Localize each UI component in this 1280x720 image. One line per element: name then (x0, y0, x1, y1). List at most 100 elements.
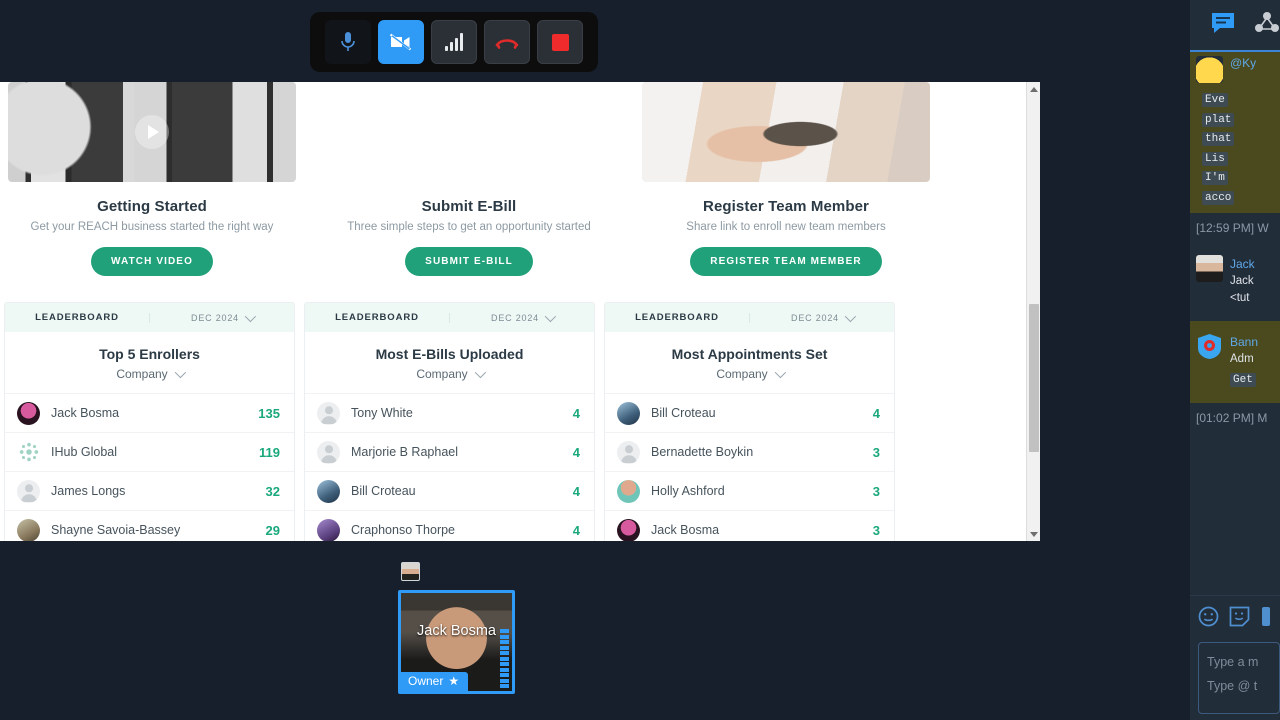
chat-message[interactable]: Bann Adm Get (1190, 321, 1280, 403)
period-selector[interactable]: DEC 2024 (449, 310, 594, 323)
chat-mention: @Ky (1230, 56, 1257, 70)
sticker-icon (1229, 606, 1250, 627)
table-row[interactable]: Jack Bosma 135 (5, 393, 294, 432)
leaderboard-most-appointments-set: LEADERBOARD DEC 2024 Most Appointments S… (604, 302, 895, 541)
screen: Getting Started Get your REACH business … (0, 0, 1280, 720)
promo-thumbnail[interactable] (325, 82, 613, 182)
table-row[interactable]: James Longs 32 (5, 471, 294, 510)
chat-message[interactable]: @Ky Eve plat that Lis I'm acco (1190, 52, 1280, 213)
promo-subtitle: Share link to enroll new team members (686, 221, 886, 233)
attachment-icon (1262, 607, 1270, 626)
chat-code-line: I'm (1202, 171, 1228, 185)
chevron-down-icon (244, 310, 257, 322)
table-row[interactable]: Bill Croteau 4 (305, 471, 594, 510)
chat-code-line: Get (1230, 373, 1256, 387)
signal-bars-icon (445, 33, 463, 51)
user-placeholder-icon (620, 445, 637, 464)
microphone-button[interactable] (325, 20, 371, 64)
web-page: Getting Started Get your REACH business … (0, 82, 1026, 541)
leaderboard-header: LEADERBOARD DEC 2024 (5, 303, 294, 332)
avatar (17, 401, 40, 425)
promo-card-row: Getting Started Get your REACH business … (0, 82, 1026, 276)
phone-hangup-icon (495, 39, 519, 49)
leaderboard-top-5-enrollers: LEADERBOARD DEC 2024 Top 5 Enrollers Com… (4, 302, 295, 541)
table-row[interactable]: Bernadette Boykin 3 (605, 432, 894, 471)
leaderboard-title: Most Appointments Set (671, 346, 828, 362)
row-value: 4 (572, 483, 580, 499)
leaderboard-title: Most E-Bills Uploaded (375, 346, 524, 362)
avatar (17, 479, 40, 503)
table-row[interactable]: Craphonso Thorpe 4 (305, 510, 594, 541)
chat-text-line: Adm (1230, 353, 1254, 365)
submit-ebill-button[interactable]: SUBMIT E-BILL (405, 247, 533, 276)
avatar (617, 518, 640, 541)
period-selector[interactable]: DEC 2024 (749, 310, 894, 323)
tab-messages[interactable] (1210, 11, 1236, 40)
hang-up-button[interactable] (484, 20, 530, 64)
row-value: 135 (258, 405, 280, 421)
chat-message-list[interactable]: @Ky Eve plat that Lis I'm acco [12:59 PM… (1190, 52, 1280, 582)
leaderboard-label: LEADERBOARD (335, 312, 419, 323)
emoji-smile-button[interactable] (1198, 606, 1219, 632)
table-row[interactable]: IHub Global 119 (5, 432, 294, 471)
watch-video-button[interactable]: WATCH VIDEO (91, 247, 213, 276)
row-value: 4 (572, 522, 580, 538)
network-quality-button[interactable] (431, 20, 477, 64)
self-video-tile[interactable]: Jack Bosma Owner ★ (398, 590, 515, 694)
composer-icon-bar (1198, 606, 1280, 632)
table-row[interactable]: Tony White 4 (305, 393, 594, 432)
scroll-down-button[interactable] (1027, 527, 1040, 541)
leaderboard-most-ebills-uploaded: LEADERBOARD DEC 2024 Most E-Bills Upload… (304, 302, 595, 541)
chat-code-line: plat (1202, 112, 1235, 127)
video-call-toolbar (310, 12, 598, 72)
user-placeholder-icon (320, 406, 337, 425)
sticker-button[interactable] (1229, 606, 1250, 632)
chat-message[interactable]: Jack Jack <tut (1190, 243, 1280, 321)
table-row[interactable]: Shayne Savoia-Bassey 29 (5, 510, 294, 541)
people-group-icon (1255, 11, 1279, 32)
owner-badge: Owner ★ (401, 672, 469, 691)
avatar (317, 440, 340, 464)
row-value: 29 (265, 522, 280, 538)
period-value: DEC 2024 (191, 312, 239, 323)
logo-snowflake-icon (19, 443, 38, 462)
row-name: Jack Bosma (651, 523, 720, 537)
tab-participants[interactable] (1254, 11, 1280, 40)
register-team-member-button[interactable]: REGISTER TEAM MEMBER (690, 247, 882, 276)
period-selector[interactable]: DEC 2024 (149, 310, 294, 323)
attachment-button[interactable] (1260, 606, 1272, 632)
chevron-down-icon (544, 310, 557, 322)
promo-thumbnail[interactable] (642, 82, 930, 182)
chat-timestamp: [01:02 PM] M (1196, 410, 1268, 425)
leaderboard-filter[interactable]: Company (5, 362, 294, 393)
leaderboard-filter[interactable]: Company (605, 362, 894, 393)
scroll-up-button[interactable] (1027, 82, 1040, 96)
table-row[interactable]: Marjorie B Raphael 4 (305, 432, 594, 471)
row-name: Bill Croteau (351, 484, 416, 498)
avatar (317, 518, 340, 541)
leaderboard-filter[interactable]: Company (305, 362, 594, 393)
page-scrollbar[interactable] (1026, 82, 1040, 541)
owner-label: Owner (408, 674, 444, 688)
table-row[interactable]: Holly Ashford 3 (605, 471, 894, 510)
scroll-thumb[interactable] (1029, 304, 1039, 452)
camera-toggle-button[interactable] (378, 20, 424, 64)
speech-bubble-icon (1212, 12, 1234, 33)
row-name: Craphonso Thorpe (351, 523, 456, 537)
table-row[interactable]: Bill Croteau 4 (605, 393, 894, 432)
self-mini-avatar[interactable] (401, 562, 420, 581)
table-row[interactable]: Jack Bosma 3 (605, 510, 894, 541)
play-icon[interactable] (135, 115, 169, 149)
stop-recording-button[interactable] (537, 20, 583, 64)
message-input[interactable]: Type a m Type @ t (1198, 642, 1280, 714)
chevron-down-icon (174, 366, 186, 379)
row-name: Tony White (351, 406, 413, 420)
chat-composer: Type a m Type @ t (1190, 595, 1280, 720)
chevron-down-icon (474, 366, 486, 379)
promo-thumbnail[interactable] (8, 82, 296, 182)
row-name: Jack Bosma (51, 406, 120, 420)
user-placeholder-icon (20, 484, 37, 503)
self-video-tile-wrapper: Jack Bosma Owner ★ (398, 562, 515, 694)
camera-off-icon (389, 33, 412, 51)
avatar (317, 479, 340, 503)
